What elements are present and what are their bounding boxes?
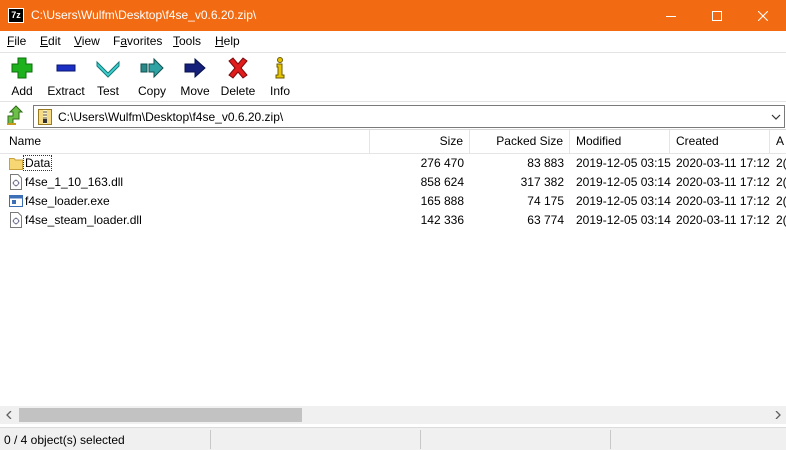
col-modified[interactable]: Modified — [570, 130, 670, 154]
info-button[interactable]: Info — [264, 56, 296, 100]
file-modified: 2019-12-05 03:14 — [576, 213, 671, 227]
folder-icon — [9, 158, 23, 170]
move-label: Move — [180, 84, 210, 98]
move-button[interactable]: Move — [176, 56, 214, 100]
col-created[interactable]: Created — [670, 130, 770, 154]
add-button[interactable]: Add — [4, 56, 40, 100]
menu-tools[interactable]: Tools — [173, 34, 201, 48]
column-header: Name Size Packed Size Modified Created A — [0, 130, 786, 154]
table-row[interactable]: f4se_1_10_163.dll 858 624 317 382 2019-1… — [0, 173, 786, 192]
app-7zip-icon: 7z — [8, 8, 24, 23]
file-attributes: 2( — [776, 213, 786, 227]
table-row[interactable]: Data 276 470 83 883 2019-12-05 03:15 202… — [0, 154, 786, 173]
table-row[interactable]: f4se_steam_loader.dll 142 336 63 774 201… — [0, 211, 786, 230]
menu-favorites[interactable]: Favorites — [113, 34, 162, 48]
info-label: Info — [269, 84, 290, 98]
file-attributes: 2( — [776, 175, 786, 189]
status-divider — [610, 430, 611, 449]
menu-file[interactable]: File — [7, 34, 26, 48]
col-attributes[interactable]: A — [770, 130, 786, 154]
selection-status: 0 / 4 object(s) selected — [4, 433, 125, 447]
delete-x-icon — [228, 57, 248, 79]
copy-button[interactable]: Copy — [134, 56, 170, 100]
dll-file-icon — [10, 212, 22, 228]
file-created: 2020-03-11 17:12 — [676, 156, 770, 170]
file-name: Data — [23, 155, 53, 171]
file-modified: 2019-12-05 03:15 — [576, 156, 671, 170]
menu-help[interactable]: Help — [215, 34, 240, 48]
delete-button[interactable]: Delete — [218, 56, 258, 100]
toolbar: Add Extract Test Copy Move Delete Info — [0, 52, 786, 101]
minus-icon — [56, 64, 76, 72]
plus-icon — [11, 57, 33, 79]
menu-edit[interactable]: Edit — [40, 34, 61, 48]
extract-label: Extract — [47, 84, 85, 98]
dll-file-icon — [10, 174, 22, 190]
window-title: C:\Users\Wulfm\Desktop\f4se_v0.6.20.zip\ — [31, 8, 257, 22]
test-button[interactable]: Test — [92, 56, 124, 100]
exe-file-icon — [9, 195, 23, 207]
status-bar: 0 / 4 object(s) selected — [0, 427, 786, 450]
file-list[interactable]: Name Size Packed Size Modified Created A… — [0, 129, 786, 426]
up-arrow-icon — [7, 105, 24, 125]
menu-view[interactable]: View — [74, 34, 100, 48]
chevron-down-icon[interactable] — [770, 110, 782, 124]
file-name: f4se_1_10_163.dll — [25, 175, 124, 189]
file-packed-size: 74 175 — [527, 194, 564, 208]
file-name: f4se_steam_loader.dll — [25, 213, 142, 227]
scroll-thumb[interactable] — [19, 408, 302, 422]
scroll-left-button[interactable] — [0, 406, 17, 424]
add-label: Add — [11, 84, 33, 98]
file-name: f4se_loader.exe — [25, 194, 110, 208]
copy-label: Copy — [137, 84, 166, 98]
scroll-right-button[interactable] — [769, 406, 786, 424]
minimize-button[interactable] — [648, 0, 694, 31]
info-icon — [275, 57, 285, 79]
col-size[interactable]: Size — [370, 130, 470, 154]
file-modified: 2019-12-05 03:14 — [576, 175, 671, 189]
delete-label: Delete — [220, 84, 256, 98]
check-chevron-icon — [96, 60, 120, 78]
chevron-right-icon — [775, 411, 781, 419]
maximize-button[interactable] — [694, 0, 740, 31]
maximize-icon — [712, 10, 722, 21]
minimize-icon — [666, 15, 676, 17]
file-size: 142 336 — [420, 213, 464, 227]
file-attributes: 2( — [776, 156, 786, 170]
file-packed-size: 83 883 — [527, 156, 564, 170]
status-divider — [210, 430, 211, 449]
file-modified: 2019-12-05 03:14 — [576, 194, 671, 208]
title-bar[interactable]: 7z C:\Users\Wulfm\Desktop\f4se_v0.6.20.z… — [0, 0, 786, 31]
file-size: 276 470 — [420, 156, 464, 170]
test-label: Test — [96, 84, 119, 98]
file-size: 165 888 — [420, 194, 464, 208]
address-bar: C:\Users\Wulfm\Desktop\f4se_v0.6.20.zip\ — [0, 101, 786, 129]
col-packed-size[interactable]: Packed Size — [470, 130, 570, 154]
file-created: 2020-03-11 17:12 — [676, 175, 770, 189]
file-created: 2020-03-11 17:12 — [676, 213, 770, 227]
file-size: 858 624 — [420, 175, 464, 189]
status-divider — [420, 430, 421, 449]
up-folder-button[interactable] — [4, 105, 26, 127]
file-created: 2020-03-11 17:12 — [676, 194, 770, 208]
close-button[interactable] — [740, 0, 786, 31]
table-row[interactable]: f4se_loader.exe 165 888 74 175 2019-12-0… — [0, 192, 786, 211]
move-arrow-icon — [184, 57, 206, 79]
copy-arrow-icon — [140, 57, 164, 79]
address-field[interactable]: C:\Users\Wulfm\Desktop\f4se_v0.6.20.zip\ — [33, 105, 785, 128]
col-name[interactable]: Name — [0, 130, 370, 154]
chevron-left-icon — [5, 411, 11, 419]
menu-bar: File Edit View Favorites Tools Help — [0, 31, 786, 52]
file-packed-size: 317 382 — [520, 175, 564, 189]
file-attributes: 2( — [776, 194, 786, 208]
address-path: C:\Users\Wulfm\Desktop\f4se_v0.6.20.zip\ — [58, 110, 284, 124]
close-icon — [758, 10, 768, 21]
file-packed-size: 63 774 — [527, 213, 564, 227]
zip-archive-icon — [38, 109, 52, 125]
extract-button[interactable]: Extract — [44, 56, 88, 100]
horizontal-scrollbar[interactable] — [0, 406, 786, 424]
